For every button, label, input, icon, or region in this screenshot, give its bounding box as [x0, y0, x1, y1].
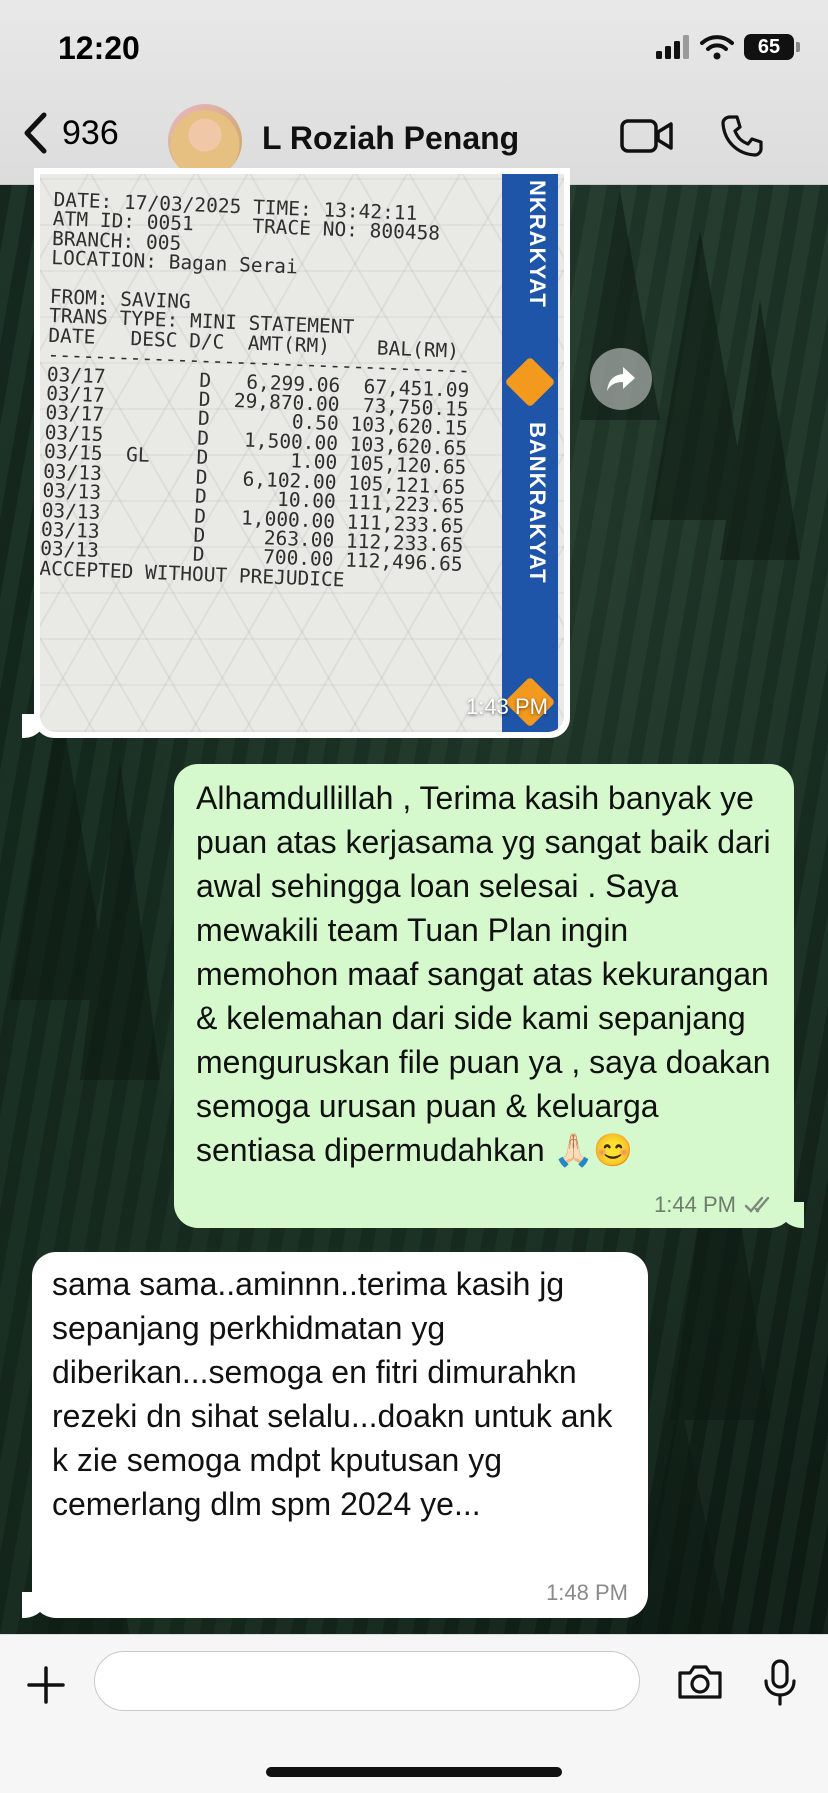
- bank-label-bottom: BANKRAKYAT: [525, 422, 550, 584]
- chevron-left-icon: [24, 112, 47, 154]
- bank-label-top: NKRAKYAT: [525, 180, 550, 308]
- home-indicator: [266, 1767, 562, 1777]
- microphone-icon[interactable]: [762, 1659, 798, 1707]
- contact-avatar[interactable]: [168, 104, 242, 178]
- outgoing-message-bubble[interactable]: Alhamdullillah , Terima kasih banyak ye …: [174, 764, 804, 1228]
- cellular-signal-icon: [656, 35, 689, 59]
- wifi-icon: [700, 35, 734, 60]
- bank-rakyat-strip: NKRAKYAT BANKRAKYAT: [502, 174, 558, 732]
- image-message-bubble[interactable]: DATE: 17/03/2025 TIME: 13:42:11 ATM ID: 0…: [22, 168, 570, 738]
- incoming-timestamp: 1:48 PM: [546, 1580, 628, 1605]
- battery-indicator: 65: [744, 34, 800, 60]
- contact-name[interactable]: L Roziah Penang: [262, 120, 519, 157]
- incoming-message-bubble[interactable]: sama sama..aminnn..terima kasih jg sepan…: [22, 1252, 648, 1618]
- message-composer: [0, 1634, 828, 1793]
- receipt-text: DATE: 17/03/2025 TIME: 13:42:11 ATM ID: 0…: [40, 188, 474, 594]
- status-icons: 65: [656, 34, 800, 60]
- outgoing-timestamp: 1:44 PM: [654, 1192, 736, 1217]
- forward-arrow-icon: [607, 367, 635, 391]
- outgoing-message-meta: 1:44 PM: [654, 1192, 776, 1218]
- message-input[interactable]: [94, 1651, 640, 1711]
- bank-logo-icon: [504, 356, 556, 408]
- video-camera-icon[interactable]: [620, 118, 674, 154]
- outgoing-message-text: Alhamdullillah , Terima kasih banyak ye …: [196, 780, 771, 1168]
- top-navigation-bar: 12:20 65 936 L Roziah Penang: [0, 0, 828, 185]
- incoming-message-text: sama sama..aminnn..terima kasih jg sepan…: [52, 1266, 613, 1522]
- camera-icon[interactable]: [676, 1663, 724, 1701]
- status-time: 12:20: [58, 30, 140, 66]
- back-button[interactable]: 936: [22, 112, 119, 154]
- unread-count: 936: [62, 113, 119, 152]
- image-timestamp: 1:43 PM: [466, 694, 548, 719]
- atm-receipt-photo: DATE: 17/03/2025 TIME: 13:42:11 ATM ID: 0…: [40, 174, 564, 732]
- forward-button[interactable]: [590, 348, 652, 410]
- phone-icon[interactable]: [720, 114, 764, 158]
- plus-icon[interactable]: [26, 1665, 66, 1705]
- double-check-icon: [744, 1196, 770, 1213]
